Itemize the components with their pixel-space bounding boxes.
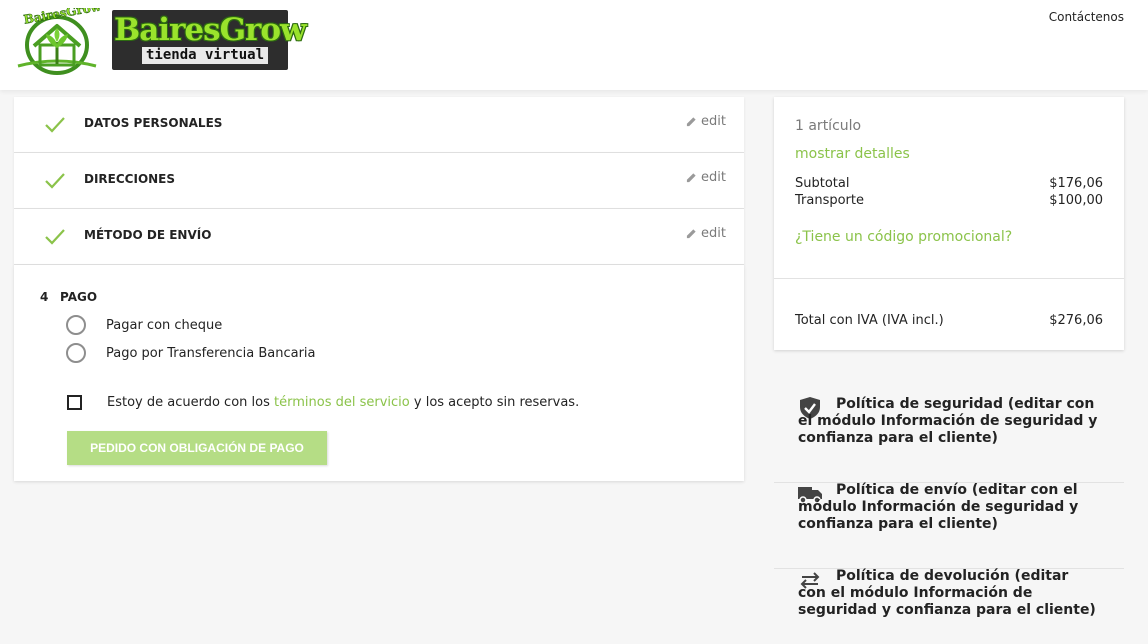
edit-label: edit bbox=[701, 226, 726, 241]
terms-of-service-link[interactable]: términos del servicio bbox=[274, 395, 410, 410]
step-addresses[interactable]: Direcciones edit bbox=[14, 153, 744, 209]
edit-label: edit bbox=[701, 170, 726, 185]
terms-text: Estoy de acuerdo con los términos del se… bbox=[107, 395, 579, 410]
pencil-icon bbox=[686, 173, 696, 183]
step-payment: 4 Pago Pagar con cheque Pago por Transfe… bbox=[14, 265, 744, 481]
subtotal-row: Subtotal $176,06 bbox=[795, 176, 1103, 191]
reassurance-security: Política de seguridad (editar con el mód… bbox=[774, 396, 1124, 483]
shipping-label: Transporte bbox=[795, 193, 864, 208]
subtotal-value: $176,06 bbox=[1049, 176, 1103, 191]
payment-option-cheque[interactable]: Pagar con cheque bbox=[66, 315, 222, 335]
edit-step-button[interactable]: edit bbox=[686, 114, 726, 129]
step-personal-data[interactable]: Datos personales edit bbox=[14, 97, 744, 153]
payment-option-transfer[interactable]: Pago por Transferencia Bancaria bbox=[66, 343, 316, 363]
house-tree-emblem-icon: BairesGrow bbox=[17, 8, 100, 75]
total-value: $276,06 bbox=[1049, 313, 1103, 328]
edit-step-button[interactable]: edit bbox=[686, 170, 726, 185]
step-title: Direcciones bbox=[84, 172, 176, 186]
logo-tagline: tienda virtual bbox=[142, 47, 269, 64]
reassurance-shipping: Política de envío (editar con el módulo … bbox=[774, 482, 1124, 569]
terms-prefix: Estoy de acuerdo con los bbox=[107, 395, 270, 410]
edit-step-button[interactable]: edit bbox=[686, 226, 726, 241]
payment-option-label: Pagar con cheque bbox=[106, 317, 223, 333]
payment-radio[interactable] bbox=[66, 343, 86, 363]
cart-item-count: 1 artículo bbox=[795, 118, 862, 134]
reassurance-text: Política de seguridad (editar con el mód… bbox=[798, 396, 1098, 446]
payment-radio[interactable] bbox=[66, 315, 86, 335]
step-title: Pago bbox=[60, 290, 98, 304]
step-title: Método de envío bbox=[84, 228, 212, 242]
checkmark-icon bbox=[45, 229, 65, 245]
edit-label: edit bbox=[701, 114, 726, 129]
summary-divider bbox=[774, 278, 1124, 279]
reassurance-returns: Política de devolución (editar con el mó… bbox=[774, 568, 1124, 644]
terms-checkbox[interactable] bbox=[67, 395, 82, 410]
checkmark-icon bbox=[45, 117, 65, 133]
shipping-value: $100,00 bbox=[1049, 193, 1103, 208]
logo-wordmark: BairesGrow tienda virtual bbox=[112, 10, 307, 70]
checkout-steps: Datos personales edit Direcciones edit M… bbox=[14, 97, 744, 481]
reassurance-text: Política de devolución (editar con el mó… bbox=[798, 568, 1096, 618]
step-title: Datos personales bbox=[84, 116, 223, 130]
show-details-link[interactable]: mostrar detalles bbox=[795, 146, 910, 162]
checkmark-icon bbox=[45, 173, 65, 189]
place-order-button[interactable]: Pedido con obligación de pago bbox=[67, 431, 327, 465]
payment-option-label: Pago por Transferencia Bancaria bbox=[106, 345, 316, 361]
site-header: BairesGrow BairesGrow tienda virtual Con… bbox=[0, 0, 1148, 90]
total-label: Total con IVA (IVA incl.) bbox=[795, 313, 944, 328]
cart-summary: 1 artículo mostrar detalles Subtotal $17… bbox=[774, 97, 1124, 350]
contact-link[interactable]: Contáctenos bbox=[1049, 10, 1124, 24]
step-shipping-method[interactable]: Método de envío edit bbox=[14, 209, 744, 265]
pencil-icon bbox=[686, 117, 696, 127]
site-logo[interactable]: BairesGrow BairesGrow tienda virtual bbox=[14, 4, 307, 76]
step-number: 4 bbox=[40, 290, 49, 304]
subtotal-label: Subtotal bbox=[795, 176, 850, 191]
terms-suffix: y los acepto sin reservas. bbox=[413, 395, 580, 410]
reassurance-text: Política de envío (editar con el módulo … bbox=[798, 482, 1079, 532]
promo-code-link[interactable]: ¿Tiene un código promocional? bbox=[795, 229, 1012, 245]
terms-agreement: Estoy de acuerdo con los términos del se… bbox=[66, 395, 579, 410]
shipping-row: Transporte $100,00 bbox=[795, 193, 1103, 208]
pencil-icon bbox=[686, 229, 696, 239]
total-row: Total con IVA (IVA incl.) $276,06 bbox=[795, 313, 1103, 328]
logo-brand-text: BairesGrow bbox=[114, 12, 307, 48]
